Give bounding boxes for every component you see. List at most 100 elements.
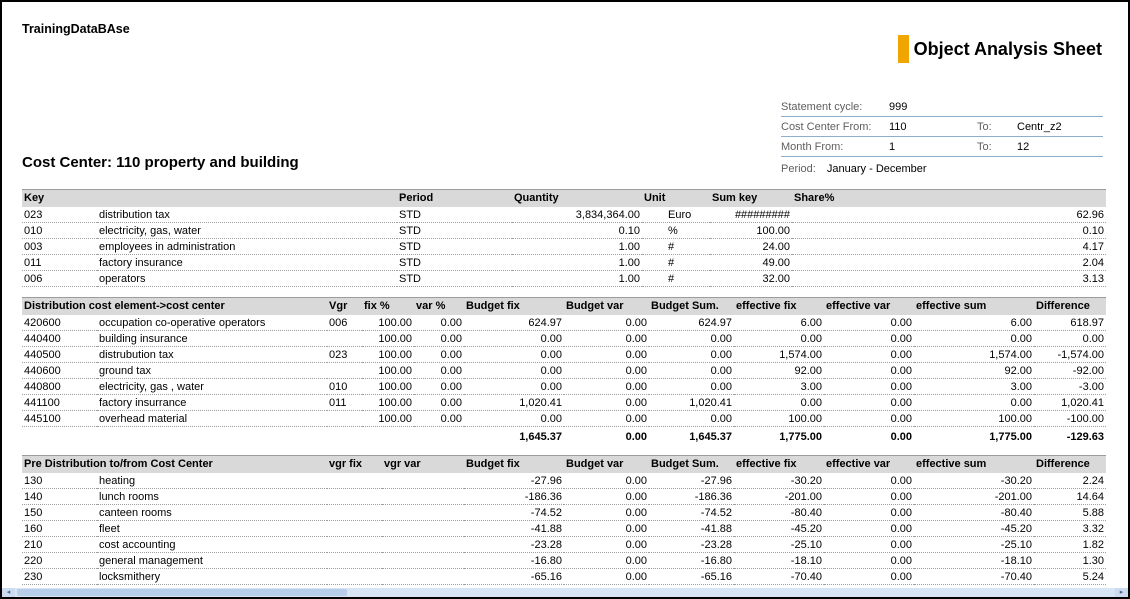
cell-period: STD	[397, 207, 512, 223]
cell-vgr_fix	[327, 505, 382, 521]
param-to-label: To:	[977, 141, 1017, 153]
cell-share: 2.04	[792, 255, 1106, 271]
cell-budget_var: 0.00	[564, 331, 649, 347]
param-row-period: Period: January - December	[781, 157, 1103, 178]
column-header-effective-fix: effective fix	[734, 456, 824, 474]
column-header-budget-fix: Budget fix	[464, 298, 564, 316]
cell-key: 440600	[22, 363, 97, 379]
cell-budget_fix: -74.52	[464, 505, 564, 521]
cell-quantity: 3,834,364.00	[512, 207, 642, 223]
column-header-empty	[97, 190, 397, 208]
cell-var: 0.00	[414, 347, 464, 363]
cell-sum_key: 24.00	[710, 239, 792, 255]
column-header-vgr: Vgr	[327, 298, 362, 316]
cell-key: 023	[22, 207, 97, 223]
cell-vgr_var	[382, 553, 464, 569]
cell-vgr: 010	[327, 379, 362, 395]
cell-vgr: 006	[327, 315, 362, 331]
cell-eff_sum: 3.00	[914, 379, 1034, 395]
cell-name: factory insurrance	[97, 395, 327, 411]
totals-row: 1,645.37 0.00 1,645.37 1,775.00 0.00 1,7…	[22, 427, 1106, 445]
param-label: Month From:	[781, 141, 889, 153]
cell-quantity: 1.00	[512, 255, 642, 271]
param-label: Period:	[781, 163, 816, 175]
column-header-effective-fix: effective fix	[734, 298, 824, 316]
cell-budget_fix: 0.00	[464, 331, 564, 347]
cell-fix: 100.00	[362, 331, 414, 347]
cell-period: STD	[397, 239, 512, 255]
column-header-difference: Difference	[1034, 456, 1106, 474]
cell-eff_var: 0.00	[824, 395, 914, 411]
cell-eff_var: 0.00	[824, 331, 914, 347]
cell-key: 445100	[22, 411, 97, 427]
cell-budget_var: 0.00	[564, 505, 649, 521]
cell-period: STD	[397, 255, 512, 271]
table-row: 150canteen rooms-74.520.00-74.52-80.400.…	[22, 505, 1106, 521]
param-value: January - December	[827, 163, 927, 175]
cell-eff_sum: 0.00	[914, 395, 1034, 411]
cell-key: 220	[22, 553, 97, 569]
cell-budget_sum: 0.00	[649, 411, 734, 427]
cell-eff_var: 0.00	[824, 489, 914, 505]
cell-budget_fix: -186.36	[464, 489, 564, 505]
cell-key: 010	[22, 223, 97, 239]
column-header-budget-var: Budget var	[564, 456, 649, 474]
column-header-share: Share%	[792, 190, 1106, 208]
cell-sum_key: #########	[710, 207, 792, 223]
cell-name: distrubution tax	[97, 347, 327, 363]
scrollbar-track[interactable]	[15, 588, 1115, 597]
cell-budget_var: 0.00	[564, 569, 649, 585]
table-body: 023distribution taxSTD3,834,364.00Euro##…	[22, 207, 1106, 287]
scroll-right-button[interactable]: ▸	[1115, 588, 1128, 597]
cell-fix: 100.00	[362, 347, 414, 363]
cell-eff_var: 0.00	[824, 537, 914, 553]
cell-budget_fix: 0.00	[464, 379, 564, 395]
table-row: 445100overhead material100.000.000.000.0…	[22, 411, 1106, 427]
cell-diff: -92.00	[1034, 363, 1106, 379]
cell-diff: -1,574.00	[1034, 347, 1106, 363]
cell-eff_sum: -30.20	[914, 473, 1034, 489]
cell-vgr_var	[382, 505, 464, 521]
scrollbar-thumb[interactable]	[17, 589, 347, 596]
cell-vgr_fix	[327, 521, 382, 537]
cell-eff_fix: 0.00	[734, 395, 824, 411]
cell-eff_fix: -201.00	[734, 489, 824, 505]
table-row: 440600ground tax100.000.000.000.000.0092…	[22, 363, 1106, 379]
cell-eff_var: 0.00	[824, 379, 914, 395]
table-row: 440800electricity, gas , water010100.000…	[22, 379, 1106, 395]
cell-eff_var: 0.00	[824, 315, 914, 331]
cell-name: general management	[97, 553, 327, 569]
cell-eff_fix: 0.00	[734, 331, 824, 347]
cell-unit: #	[642, 255, 710, 271]
cell-eff_var: 0.00	[824, 553, 914, 569]
total-effective-sum: 1,775.00	[914, 427, 1034, 445]
cell-name: locksmithery	[97, 569, 327, 585]
cell-budget_sum: -27.96	[649, 473, 734, 489]
column-header-effective-var: effective var	[824, 298, 914, 316]
column-header-budget-var: Budget var	[564, 298, 649, 316]
cell-eff_fix: -25.10	[734, 537, 824, 553]
cell-share: 3.13	[792, 271, 1106, 287]
cell-name: lunch rooms	[97, 489, 327, 505]
cell-key: 440400	[22, 331, 97, 347]
database-name: TrainingDataBAse	[22, 22, 1106, 36]
cell-diff: 5.88	[1034, 505, 1106, 521]
cell-unit: #	[642, 271, 710, 287]
cell-share: 4.17	[792, 239, 1106, 255]
cell-var: 0.00	[414, 315, 464, 331]
scroll-left-button[interactable]: ◂	[2, 588, 15, 597]
cell-vgr_var	[382, 521, 464, 537]
cell-key: 440500	[22, 347, 97, 363]
table-header-row: Pre Distribution to/from Cost Center vgr…	[22, 456, 1106, 474]
cell-name: factory insurance	[97, 255, 397, 271]
cell-var: 0.00	[414, 395, 464, 411]
horizontal-scrollbar[interactable]: ◂ ▸	[2, 588, 1128, 597]
cell-period: STD	[397, 271, 512, 287]
column-header-difference: Difference	[1034, 298, 1106, 316]
param-label: Cost Center From:	[781, 121, 889, 133]
cell-vgr_var	[382, 489, 464, 505]
arrow-right-icon: ▸	[1120, 588, 1124, 597]
cell-eff_fix: 6.00	[734, 315, 824, 331]
table-header-row: Key Period Quantity Unit Sum key Share%	[22, 190, 1106, 208]
table-row: 210cost accounting-23.280.00-23.28-25.10…	[22, 537, 1106, 553]
